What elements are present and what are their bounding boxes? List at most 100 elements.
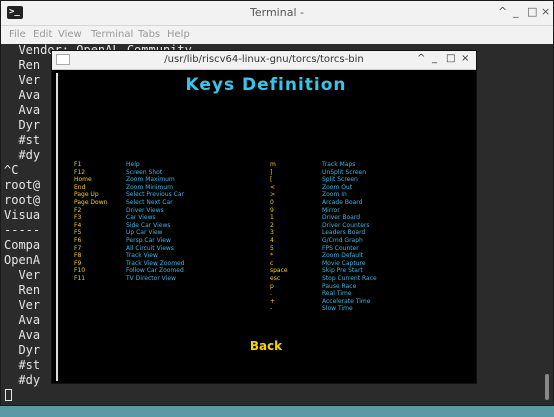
menu-terminal[interactable]: Terminal xyxy=(91,29,133,40)
key-binding-action: Slow Time xyxy=(322,305,353,313)
key-binding-key: esc xyxy=(270,275,281,282)
key-binding-key: 3 xyxy=(270,229,274,237)
key-binding-action: Persp Car View xyxy=(126,237,171,244)
key-binding-action: Pause Race xyxy=(322,282,357,290)
key-binding-key: . xyxy=(270,290,272,298)
key-binding-action: Track Maps xyxy=(322,161,356,168)
terminal-menubar: File Edit View Terminal Tabs Help xyxy=(1,26,553,44)
terminal-cursor xyxy=(5,389,12,401)
terminal-scrollbar[interactable] xyxy=(542,44,552,405)
terminal-minimize-icon[interactable]: _ xyxy=(513,5,519,18)
key-binding-action: Car Views xyxy=(126,214,156,222)
key-binding-action: FPS Counter xyxy=(322,244,359,252)
terminal-line: root@ xyxy=(4,193,41,207)
back-button[interactable]: Back xyxy=(58,339,474,353)
terminal-close-icon[interactable]: × xyxy=(541,5,550,18)
key-binding-key: 5 xyxy=(270,244,274,252)
terminal-line: Dyr xyxy=(4,343,41,357)
torcs-close-icon[interactable]: × xyxy=(461,53,469,64)
terminal-maximize-icon[interactable]: □ xyxy=(527,5,537,18)
terminal-line: Dyr xyxy=(4,118,41,132)
key-binding-action: Zoom Minimum xyxy=(126,183,174,191)
key-binding-action: Accelerate Time xyxy=(322,297,371,305)
key-binding-action: Driver Views xyxy=(126,206,164,214)
key-binding-key: space xyxy=(270,267,288,275)
key-binding-action: Zoom In xyxy=(322,191,347,199)
key-binding-key: > xyxy=(270,191,276,199)
key-binding-action: Movie Capture xyxy=(322,259,366,267)
key-binding-key: - xyxy=(270,305,273,313)
terminal-line: Ava xyxy=(4,88,41,102)
terminal-titlebar[interactable]: >_ Terminal - ^ _ □ × xyxy=(1,1,553,26)
key-binding-action: Arcade Board xyxy=(322,199,363,206)
key-binding-key: ] xyxy=(270,168,273,176)
key-binding-action: Mirror xyxy=(322,206,340,214)
key-binding-action: G/Cmd Graph xyxy=(322,237,363,244)
key-binding-key: F1 xyxy=(74,161,82,168)
terminal-line: #st xyxy=(4,358,41,372)
terminal-line: Ver xyxy=(4,268,41,282)
key-binding-key: p xyxy=(270,282,274,290)
key-binding-key: 1 xyxy=(270,214,274,222)
key-binding-key: F8 xyxy=(74,252,82,260)
keys-definition-screen: Keys Definition F1 Help F12 Screen Shot Home… xyxy=(56,73,474,381)
key-binding-key: F5 xyxy=(74,229,82,237)
terminal-title: Terminal - xyxy=(250,6,304,19)
torcs-maximize-icon[interactable]: □ xyxy=(446,53,455,64)
key-binding-action: Select Next Car xyxy=(126,199,173,206)
key-binding-action: Skip Pre Start xyxy=(322,267,363,275)
torcs-minimize-icon[interactable]: _ xyxy=(432,53,437,64)
terminal-line: Ren xyxy=(4,283,41,297)
key-binding-key: F11 xyxy=(74,275,86,282)
key-binding-key: F7 xyxy=(74,244,82,252)
key-binding-action: Zoom Default xyxy=(322,252,364,260)
terminal-line: Visua xyxy=(4,208,41,222)
terminal-shade-icon[interactable]: ^ xyxy=(498,5,507,18)
key-binding-key: 0 xyxy=(270,199,274,206)
key-binding-action: Track View xyxy=(126,252,158,260)
key-binding-key: < xyxy=(270,183,276,191)
key-binding-action: Side Car Views xyxy=(126,221,171,229)
terminal-line: Ava xyxy=(4,313,41,327)
terminal-line: Ren xyxy=(4,58,41,72)
key-binding-action: All Circuit Views xyxy=(126,244,174,252)
terminal-scrollbar-thumb[interactable] xyxy=(545,374,549,400)
key-binding-action: Screen Shot xyxy=(126,168,163,176)
menu-edit[interactable]: Edit xyxy=(33,29,52,40)
key-binding-action: UnSplit Screen xyxy=(322,168,367,176)
torcs-shade-icon[interactable]: ^ xyxy=(417,53,425,64)
menu-view[interactable]: View xyxy=(58,29,82,40)
key-binding-key: 4 xyxy=(270,237,274,244)
key-binding-action: Zoom Out xyxy=(322,183,353,191)
menu-help[interactable]: Help xyxy=(167,29,190,40)
key-binding-key: 9 xyxy=(270,206,274,214)
key-binding-action: Up Car View xyxy=(126,229,163,237)
key-binding-action: Leaders Board xyxy=(322,229,366,237)
torcs-window: /usr/lib/riscv64-linux-gnu/torcs/torcs-b… xyxy=(51,50,477,384)
terminal-line: Ver xyxy=(4,298,41,312)
key-binding-action: Help xyxy=(126,161,140,168)
key-binding-key: F9 xyxy=(74,259,82,267)
key-binding-key: Page Up xyxy=(74,191,99,199)
key-binding-key: m xyxy=(270,161,276,168)
key-binding-key: + xyxy=(270,297,276,305)
terminal-line: ^C xyxy=(4,163,19,177)
desktop-background xyxy=(0,406,554,417)
key-binding-action: Real Time xyxy=(322,290,352,298)
key-binding-key: F3 xyxy=(74,214,82,222)
menu-tabs[interactable]: Tabs xyxy=(138,29,160,40)
terminal-line: #dy xyxy=(4,373,41,387)
terminal-line: #st xyxy=(4,133,41,147)
menu-file[interactable]: File xyxy=(9,29,26,40)
key-binding-key: Home xyxy=(74,176,92,184)
key-binding-action: Split Screen xyxy=(322,176,358,184)
key-binding-action: Track View Zoomed xyxy=(126,259,185,267)
key-binding-action: Zoom Maximum xyxy=(126,176,175,184)
key-binding-action: TV Director View xyxy=(126,275,176,282)
key-binding-key: Page Down xyxy=(74,199,108,206)
key-binding-action: Stop Current Race xyxy=(322,275,377,282)
terminal-line: Compa xyxy=(4,238,41,252)
terminal-line: OpenA xyxy=(4,253,41,267)
key-binding-key: 2 xyxy=(270,221,274,229)
torcs-titlebar[interactable]: /usr/lib/riscv64-linux-gnu/torcs/torcs-b… xyxy=(52,51,476,70)
